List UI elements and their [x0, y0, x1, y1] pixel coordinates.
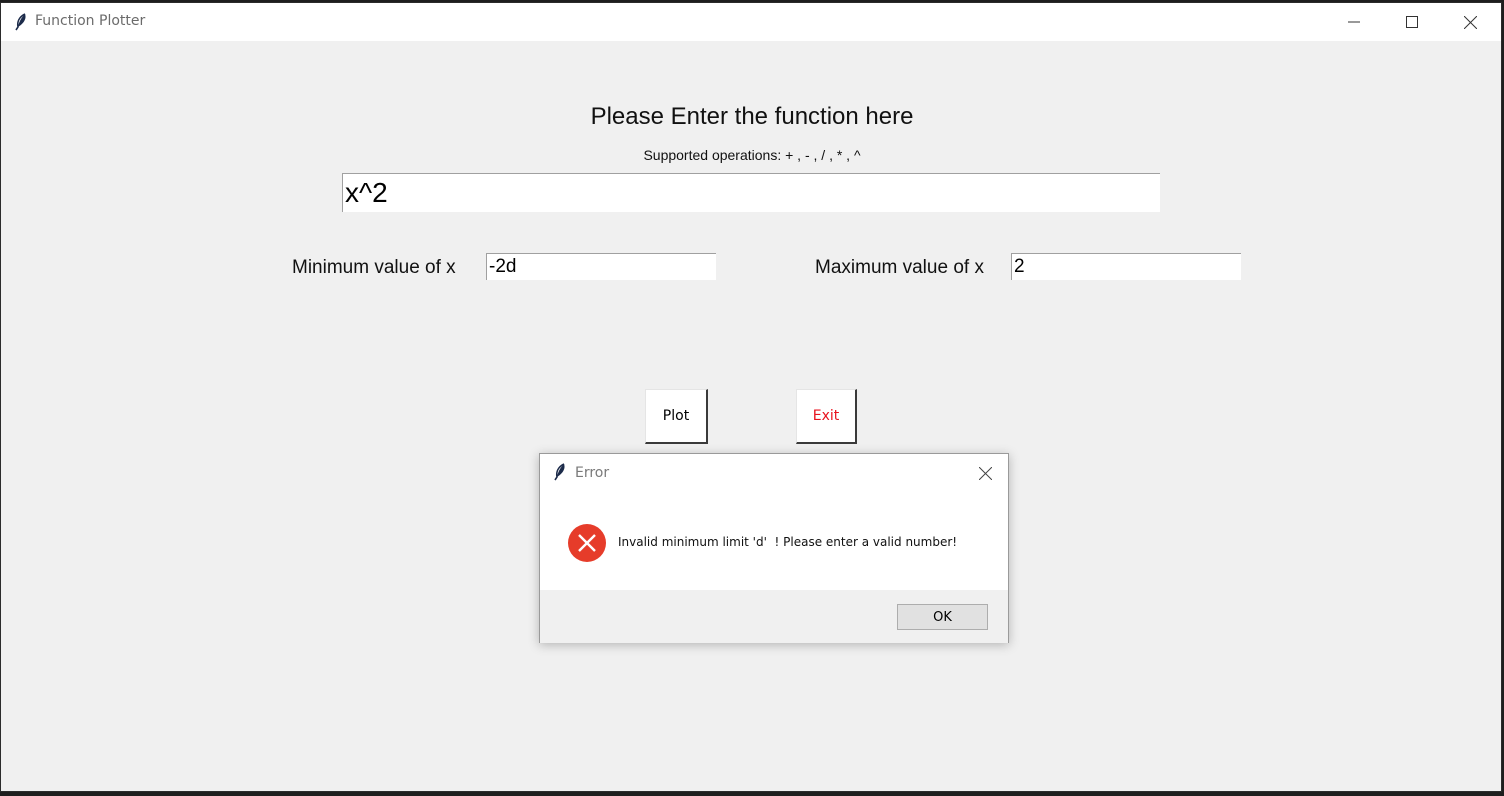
close-icon — [1463, 15, 1477, 29]
maximize-icon — [1406, 16, 1418, 28]
window-title: Function Plotter — [35, 13, 146, 29]
max-x-label: Maximum value of x — [815, 257, 984, 278]
dialog-footer: OK — [540, 590, 1008, 643]
error-dialog: Error Invalid minimum limit 'd' ! Please… — [539, 453, 1009, 643]
exit-button[interactable]: Exit — [796, 389, 857, 444]
min-x-label: Minimum value of x — [292, 257, 456, 278]
error-message: Invalid minimum limit 'd' ! Please enter… — [618, 535, 958, 549]
minimize-button[interactable] — [1325, 3, 1383, 41]
plot-button[interactable]: Plot — [645, 389, 708, 444]
dialog-titlebar[interactable]: Error — [540, 454, 1008, 492]
min-x-input[interactable] — [486, 253, 716, 280]
form-heading: Please Enter the function here — [590, 103, 914, 130]
maximize-button[interactable] — [1383, 3, 1441, 41]
max-x-input[interactable] — [1011, 253, 1241, 280]
function-input[interactable] — [342, 173, 1160, 212]
close-button[interactable] — [1441, 3, 1499, 41]
dialog-close-button[interactable] — [970, 460, 1000, 486]
main-window: Function Plotter Please Enter the functi… — [0, 2, 1502, 792]
close-icon — [978, 466, 992, 480]
error-icon — [568, 524, 606, 562]
app-feather-icon — [15, 13, 26, 31]
window-titlebar[interactable]: Function Plotter — [1, 3, 1501, 41]
dialog-title: Error — [575, 465, 610, 481]
background-strip — [0, 792, 1504, 796]
minimize-icon — [1348, 21, 1360, 23]
supported-operations-label: Supported operations: + , - , / , * , ^ — [643, 147, 861, 163]
ok-button[interactable]: OK — [897, 604, 988, 630]
dialog-feather-icon — [554, 463, 565, 481]
